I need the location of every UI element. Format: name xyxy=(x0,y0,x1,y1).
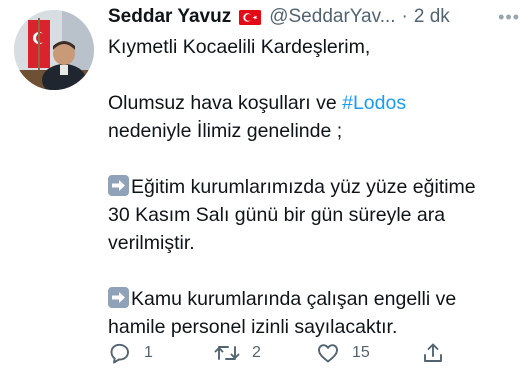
tweet-text-span: Olumsuz hava koşulları ve xyxy=(108,92,343,114)
retweet-icon xyxy=(214,346,240,360)
right-arrow-emoji-icon xyxy=(108,287,129,308)
retweet-button[interactable]: 2 xyxy=(214,341,261,365)
tweet-text: Kıymetli Kocaelili Kardeşlerim, Olumsuz … xyxy=(108,33,518,341)
reply-button[interactable]: 1 xyxy=(108,341,153,365)
tweet-line: Olumsuz hava koşulları ve #Lodos xyxy=(108,89,518,117)
hashtag-link[interactable]: #Lodos xyxy=(342,92,406,114)
tweet-line: Kamu kurumlarında çalışan engelli ve xyxy=(108,285,518,313)
action-bar: 1 2 15 xyxy=(108,340,518,366)
share-icon xyxy=(424,343,442,362)
tweet-line: hamile personel izinli sayılacaktır. xyxy=(108,316,398,338)
share-button[interactable] xyxy=(421,341,445,365)
turkey-flag-icon xyxy=(239,9,262,25)
tweet-line: verilmiştir. xyxy=(108,232,195,254)
avatar[interactable] xyxy=(14,10,94,90)
author-name[interactable]: Seddar Yavuz xyxy=(108,3,231,31)
tweet-text-span: Kamu kurumlarında çalışan engelli ve xyxy=(131,288,457,310)
tweet-line: 30 Kasım Salı günü bir gün süreyle ara xyxy=(108,204,446,226)
more-icon[interactable]: ••• xyxy=(498,3,520,31)
timestamp[interactable]: 2 dk xyxy=(414,3,450,31)
like-button[interactable]: 15 xyxy=(316,341,370,365)
like-icon xyxy=(318,344,338,363)
tweet-line: Eğitim kurumlarımızda yüz yüze eğitime xyxy=(108,173,518,201)
tweet-line: nedeniyle İlimiz genelinde ; xyxy=(108,120,343,142)
reply-count: 1 xyxy=(144,344,153,361)
separator-dot: · xyxy=(401,6,408,27)
tweet-text-span: Eğitim kurumlarımızda yüz yüze eğitime xyxy=(131,176,476,198)
tweet-line: Kıymetli Kocaelili Kardeşlerim, xyxy=(108,36,371,58)
author-handle[interactable]: @SeddarYav... xyxy=(269,3,395,31)
right-arrow-emoji-icon xyxy=(108,175,129,196)
retweet-count: 2 xyxy=(252,344,261,361)
reply-icon xyxy=(110,343,129,364)
tweet-header: Seddar Yavuz @SeddarYav... · 2 dk ••• xyxy=(108,3,520,31)
avatar-image xyxy=(14,10,94,90)
like-count: 15 xyxy=(352,344,370,361)
